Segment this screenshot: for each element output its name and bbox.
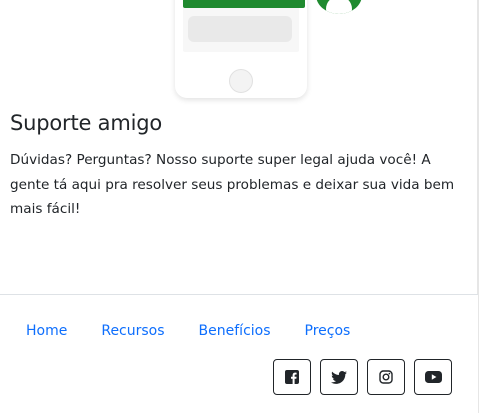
feature-description: Dúvidas? Perguntas? Nosso suporte super … [10, 152, 455, 217]
footer: Home Recursos Benefícios Preços [0, 294, 478, 413]
twitter-button[interactable] [320, 359, 358, 395]
footer-link-home[interactable]: Home [26, 323, 67, 339]
page: Suporte amigo Dúvidas? Perguntas? Nosso … [0, 0, 479, 413]
twitter-icon [331, 370, 347, 384]
feature-title: Suporte amigo [10, 111, 163, 135]
facebook-button[interactable] [273, 359, 311, 395]
phone-message-pill [188, 16, 292, 42]
youtube-icon [424, 371, 442, 383]
facebook-icon [285, 370, 299, 384]
footer-link-recursos[interactable]: Recursos [101, 323, 164, 339]
support-avatar-icon [316, 0, 362, 14]
instagram-icon [379, 370, 393, 384]
footer-link-precos[interactable]: Preços [305, 323, 351, 339]
phone-home-button [229, 69, 253, 93]
footer-link-beneficios[interactable]: Benefícios [199, 323, 271, 339]
instagram-button[interactable] [367, 359, 405, 395]
footer-nav: Home Recursos Benefícios Preços [26, 323, 350, 339]
phone-green-bar [183, 0, 305, 8]
social-links [273, 359, 452, 395]
youtube-button[interactable] [414, 359, 452, 395]
